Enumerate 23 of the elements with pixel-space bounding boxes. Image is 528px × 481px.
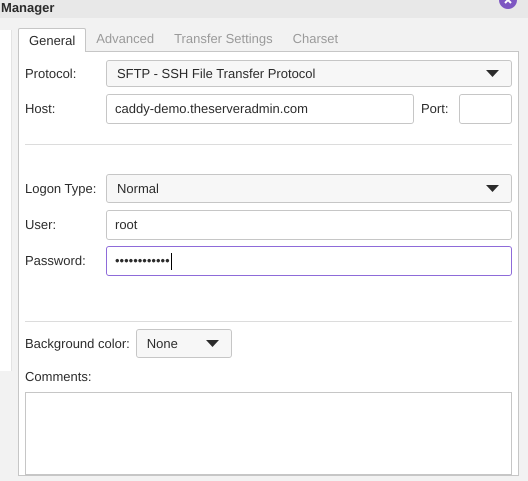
field-label: Logon Type: (25, 180, 98, 198)
dropdown[interactable]: SFTP - SSH File Transfer Protocol (106, 60, 512, 87)
field-label: Password: (25, 252, 87, 270)
caret-icon (486, 70, 499, 78)
field-label: Background color: (25, 334, 130, 353)
caret-icon (486, 184, 499, 192)
field-label: Host: (25, 100, 56, 118)
field-label: Port: (421, 100, 450, 118)
input-field[interactable]: •••••••••••• (106, 246, 512, 276)
field-label: User: (25, 216, 58, 234)
comments-field[interactable] (25, 392, 512, 475)
dropdown[interactable]: None (136, 329, 232, 358)
field-label: Protocol: (25, 64, 78, 83)
text-cursor (170, 252, 172, 270)
input-field[interactable]: root (106, 210, 512, 240)
dropdown[interactable]: Normal (106, 174, 512, 203)
window-title: Manager (0, 0, 54, 17)
input-field[interactable]: caddy-demo.theserveradmin.com (106, 94, 414, 124)
field-label: Comments: (25, 368, 92, 386)
close-icon[interactable] (499, 0, 517, 10)
port-field[interactable] (459, 94, 512, 124)
tab[interactable]: General (18, 28, 86, 52)
caret-icon (206, 340, 219, 348)
